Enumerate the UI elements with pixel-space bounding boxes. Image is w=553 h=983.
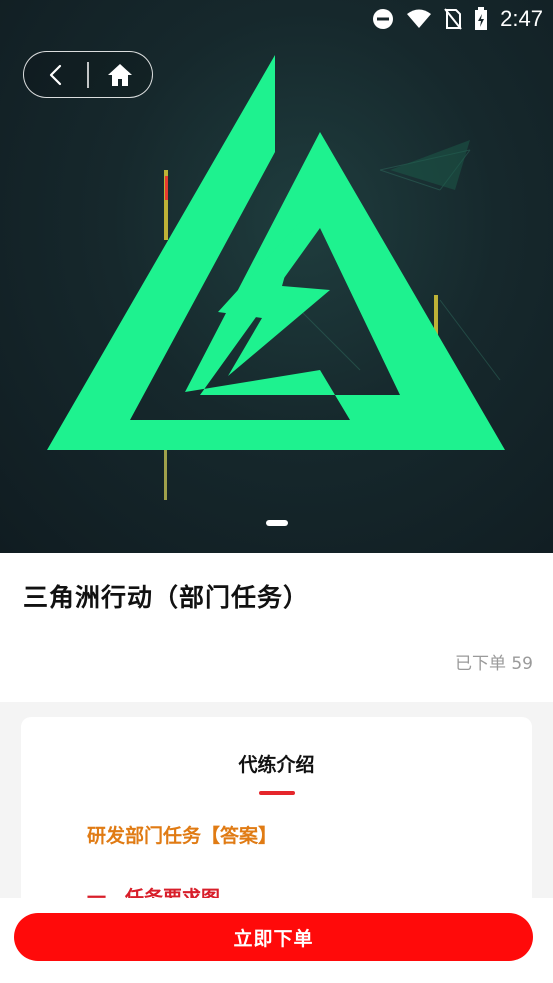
order-now-button[interactable]: 立即下单 bbox=[14, 913, 533, 961]
product-title: 三角洲行动（部门任务） bbox=[23, 583, 310, 612]
tab-active-indicator bbox=[259, 791, 295, 795]
bottom-action-bar: 立即下单 bbox=[0, 898, 553, 983]
back-button[interactable] bbox=[24, 53, 87, 97]
status-bar: 2:47 bbox=[372, 6, 543, 32]
do-not-disturb-icon bbox=[373, 9, 394, 29]
hero-banner[interactable]: 2:47 bbox=[0, 0, 553, 553]
tab-intro[interactable]: 代练介绍 bbox=[21, 750, 532, 777]
order-count: 已下单 59 bbox=[454, 654, 533, 674]
clock: 2:47 bbox=[500, 6, 543, 31]
back-arrow-icon bbox=[49, 64, 61, 85]
wifi-icon bbox=[407, 9, 432, 28]
battery-icon bbox=[475, 7, 488, 30]
intro-heading: 研发部门任务【答案】 bbox=[87, 825, 278, 847]
no-sim-icon bbox=[444, 8, 462, 30]
home-button[interactable] bbox=[89, 53, 152, 97]
nav-capsule bbox=[23, 51, 153, 98]
intro-card: 代练介绍 研发部门任务【答案】 一、任务要求图 bbox=[21, 717, 532, 917]
product-info-card: 三角洲行动（部门任务） 已下单 59 bbox=[0, 553, 553, 702]
home-icon bbox=[108, 63, 133, 86]
carousel-indicator[interactable] bbox=[266, 520, 288, 526]
